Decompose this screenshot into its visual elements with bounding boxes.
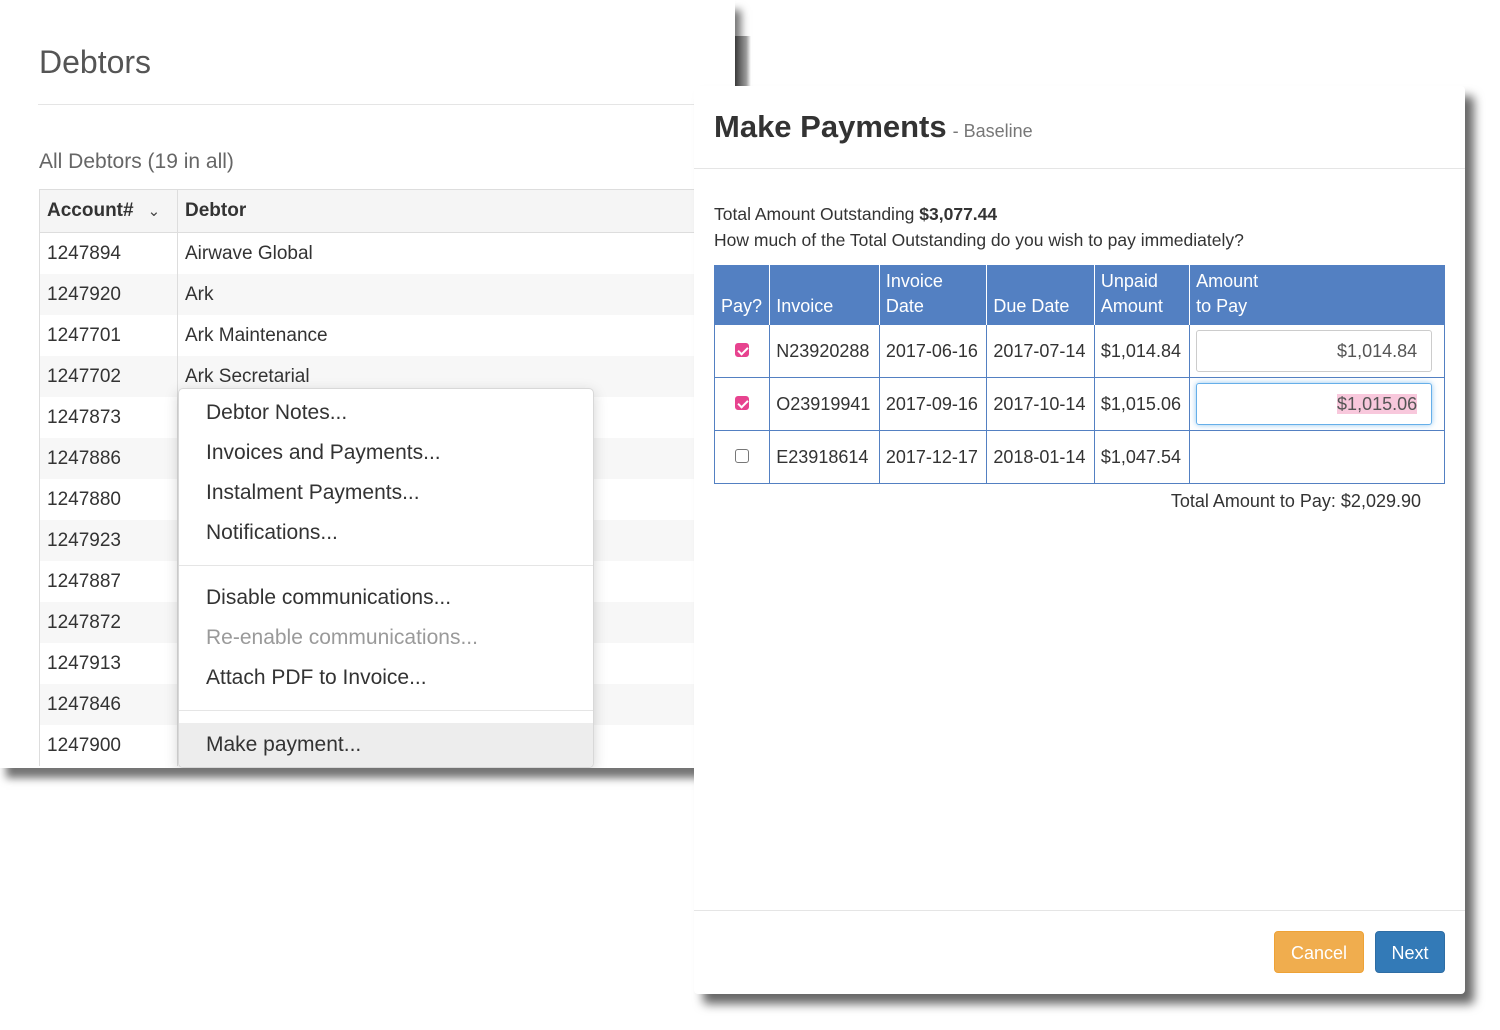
account-cell: 1247872 <box>39 602 178 643</box>
column-header-debtor[interactable]: Debtor <box>177 189 735 233</box>
invoice-date: 2017-12-17 <box>878 430 988 484</box>
column-header-invoice-date: Invoice Date <box>878 265 987 325</box>
selected-text: $1,015.06 <box>1337 394 1418 414</box>
page-title: Debtors <box>39 44 152 80</box>
debtors-window: Debtors All Debtors (19 in all) Account#… <box>0 0 735 768</box>
menu-item-make-payment[interactable]: Make payment... <box>179 723 593 767</box>
outstanding-summary: Total Amount Outstanding $3,077.44 <box>714 204 997 225</box>
amount-header-line2: to Pay <box>1196 296 1248 316</box>
menu-divider <box>179 710 593 711</box>
account-cell: 1247894 <box>39 232 178 274</box>
menu-item-notifications[interactable]: Notifications... <box>179 513 593 553</box>
pay-cell <box>713 324 771 378</box>
account-cell: 1247880 <box>39 479 178 520</box>
amount-cell <box>1189 430 1445 484</box>
table-row[interactable]: 1247894 Airwave Global <box>39 232 735 274</box>
invoice-number: E23918614 <box>769 430 880 484</box>
menu-item-debtor-notes[interactable]: Debtor Notes... <box>179 393 593 433</box>
column-header-due-date: Due Date <box>986 265 1095 325</box>
modal-header: Make Payments - Baseline <box>694 86 1465 169</box>
menu-item-instalment-payments[interactable]: Instalment Payments... <box>179 473 593 513</box>
account-cell: 1247920 <box>39 274 178 315</box>
debtor-cell: Ark Maintenance <box>177 315 735 356</box>
modal-subtitle: - Baseline <box>952 121 1033 141</box>
account-cell: 1247873 <box>39 397 178 438</box>
due-date: 2017-10-14 <box>986 377 1095 431</box>
pay-cell <box>713 377 771 431</box>
modal-title: Make Payments - Baseline <box>714 109 1033 145</box>
column-header-pay: Pay? <box>713 265 770 325</box>
menu-item-reenable-communications: Re-enable communications... <box>206 626 478 649</box>
amount-to-pay-input[interactable]: $1,014.84 <box>1196 330 1433 372</box>
pay-checkbox[interactable] <box>735 342 750 357</box>
payment-question: How much of the Total Outstanding do you… <box>714 230 1244 250</box>
invoice-date: 2017-06-16 <box>878 324 988 378</box>
amount-cell: $1,014.84 <box>1189 324 1445 378</box>
column-header-invoice: Invoice <box>769 265 880 325</box>
account-cell: 1247702 <box>39 356 178 397</box>
total-amount-to-pay: Total Amount to Pay: $2,029.90 <box>1170 491 1421 511</box>
column-header-account-label: Account# <box>47 200 134 221</box>
pay-checkbox[interactable] <box>735 448 750 463</box>
account-cell: 1247923 <box>39 520 178 561</box>
background-sliver <box>1460 160 1500 1030</box>
outstanding-value: $3,077.44 <box>919 204 998 224</box>
make-payments-modal: Make Payments - Baseline Total Amount Out… <box>694 86 1465 994</box>
menu-divider <box>179 565 593 566</box>
pay-checkbox[interactable] <box>735 395 750 410</box>
invoice-number: O23919941 <box>769 377 880 431</box>
pay-cell <box>713 430 771 484</box>
account-cell: 1247701 <box>39 315 178 356</box>
invoice-number: N23920288 <box>769 324 880 378</box>
account-cell: 1247913 <box>39 643 178 684</box>
menu-item-disable-communications[interactable]: Disable communications... <box>179 578 593 618</box>
debtors-count-label: All Debtors (19 in all) <box>39 150 234 173</box>
cancel-button[interactable]: Cancel <box>1274 931 1364 973</box>
account-cell: 1247846 <box>39 684 178 725</box>
column-header-account[interactable]: Account# ⌄ <box>39 189 178 233</box>
modal-footer: Cancel Next <box>694 910 1465 994</box>
invoice-table: Pay? Invoice Invoice Date Due Date Unpai… <box>713 265 1445 484</box>
amount-header-line1: Amount <box>1196 271 1259 291</box>
amount-cell: $1,015.06 <box>1189 377 1445 431</box>
invoice-date: 2017-09-16 <box>878 377 988 431</box>
unpaid-amount: $1,047.54 <box>1093 430 1191 484</box>
unpaid-amount: $1,015.06 <box>1093 377 1191 431</box>
sort-chevron-icon[interactable]: ⌄ <box>148 203 161 220</box>
invoice-row: O23919941 2017-09-16 2017-10-14 $1,015.0… <box>713 377 1445 431</box>
account-cell: 1247887 <box>39 561 178 602</box>
debtor-cell: Ark <box>177 274 735 315</box>
unpaid-header-line1: Unpaid <box>1100 271 1158 291</box>
due-date: 2018-01-14 <box>986 430 1095 484</box>
amount-to-pay-input[interactable]: $1,015.06 <box>1196 383 1433 425</box>
invoice-row: N23920288 2017-06-16 2017-07-14 $1,014.8… <box>713 324 1445 378</box>
column-header-amount-to-pay: Amount to Pay <box>1189 265 1445 325</box>
next-button[interactable]: Next <box>1375 931 1445 973</box>
menu-item-attach-pdf[interactable]: Attach PDF to Invoice... <box>179 658 593 698</box>
context-menu: Debtor Notes... Invoices and Payments...… <box>178 388 594 768</box>
unpaid-amount: $1,014.84 <box>1093 324 1191 378</box>
modal-title-text: Make Payments <box>714 109 947 144</box>
unpaid-header-line2: Amount <box>1100 296 1163 316</box>
menu-item-invoices-payments[interactable]: Invoices and Payments... <box>179 433 593 473</box>
invoice-row: E23918614 2017-12-17 2018-01-14 $1,047.5… <box>713 430 1445 484</box>
outstanding-label: Total Amount Outstanding <box>714 204 915 224</box>
account-cell: 1247900 <box>39 725 178 766</box>
table-row[interactable]: 1247920 Ark <box>39 274 735 315</box>
due-date: 2017-07-14 <box>986 324 1095 378</box>
debtor-cell: Airwave Global <box>177 232 735 274</box>
account-cell: 1247886 <box>39 438 178 479</box>
table-row[interactable]: 1247701 Ark Maintenance <box>39 315 735 356</box>
title-divider <box>38 104 735 105</box>
column-header-unpaid-amount: Unpaid Amount <box>1093 265 1190 325</box>
